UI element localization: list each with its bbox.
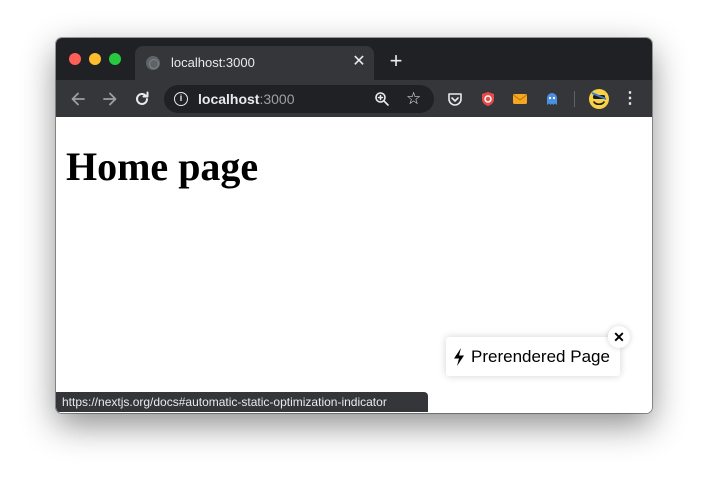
reload-button[interactable] xyxy=(131,88,153,110)
address-bar[interactable]: i localhost:3000 ☆ xyxy=(164,85,434,113)
prerender-indicator[interactable]: Prerendered Page xyxy=(446,337,620,376)
toolbar: i localhost:3000 ☆ ⋮ xyxy=(56,80,652,117)
prerender-indicator-close-button[interactable]: ✕ xyxy=(608,326,630,348)
status-bar-link-preview: https://nextjs.org/docs#automatic-static… xyxy=(56,392,428,412)
url-port: :3000 xyxy=(259,91,295,107)
profile-avatar-icon[interactable] xyxy=(588,88,610,110)
url-host: localhost xyxy=(198,91,260,107)
forward-arrow-icon xyxy=(103,92,117,106)
info-icon[interactable]: i xyxy=(174,92,188,106)
prerender-indicator-label: Prerendered Page xyxy=(471,347,610,366)
menu-dots-icon[interactable]: ⋮ xyxy=(622,89,638,109)
browser-window: localhost:3000 ✕ + i localhost:3000 ☆ ⋮ … xyxy=(56,38,652,413)
tab-close-button[interactable]: ✕ xyxy=(351,53,367,71)
lightning-bolt-icon xyxy=(454,348,464,366)
ghost-icon[interactable] xyxy=(543,90,561,108)
pocket-icon[interactable] xyxy=(446,90,464,108)
tab-localhost[interactable]: localhost:3000 ✕ xyxy=(135,46,374,80)
toolbar-divider xyxy=(574,91,575,107)
globe-icon xyxy=(146,56,160,70)
back-button[interactable] xyxy=(67,88,89,110)
close-window-button[interactable] xyxy=(69,53,81,65)
tab-strip: localhost:3000 ✕ + xyxy=(56,38,652,80)
back-arrow-icon xyxy=(71,92,85,106)
forward-button[interactable] xyxy=(99,88,121,110)
tab-title: localhost:3000 xyxy=(171,55,255,70)
star-icon[interactable]: ☆ xyxy=(406,90,421,107)
page-title: Home page xyxy=(66,144,259,189)
zoom-icon[interactable] xyxy=(374,91,390,107)
new-tab-button[interactable]: + xyxy=(386,50,406,72)
shield-icon[interactable] xyxy=(479,90,497,108)
address-bar-url: localhost:3000 xyxy=(198,91,295,107)
mail-icon[interactable] xyxy=(511,90,529,108)
minimize-window-button[interactable] xyxy=(89,53,101,65)
maximize-window-button[interactable] xyxy=(109,53,121,65)
page-content: Home page Prerendered Page ✕ https://nex… xyxy=(56,117,652,413)
reload-icon xyxy=(136,91,149,105)
